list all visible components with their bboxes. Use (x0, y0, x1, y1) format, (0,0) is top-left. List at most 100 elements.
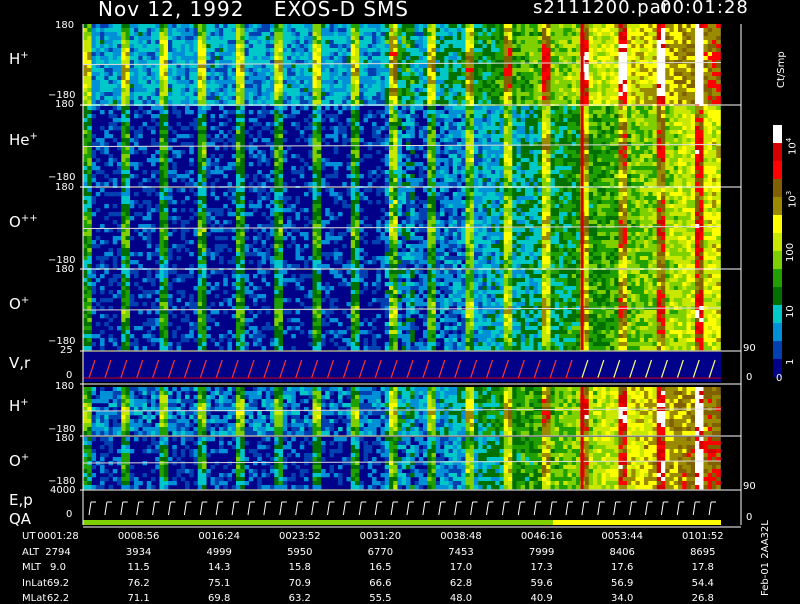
event-marker-line (581, 188, 584, 269)
time-table-cell: 14.3 (189, 562, 249, 573)
panel-label-h-plus: H+ (9, 50, 29, 68)
spectrogram-plot (0, 0, 800, 600)
energy-trace (89, 502, 91, 515)
time-table-cell: 0016:24 (189, 531, 249, 542)
colorbar-segment (773, 305, 782, 324)
time-table-cell: 71.1 (109, 593, 169, 604)
panel-label-o-plus-2: O+ (9, 452, 29, 470)
energy-trace (614, 502, 616, 515)
time-table-cell: 7999 (512, 547, 572, 558)
time-table-cell: 16.5 (350, 562, 410, 573)
time-table-cell: 0023:52 (270, 531, 330, 542)
energy-trace (582, 502, 584, 515)
time-table-cell: 0031:20 (350, 531, 410, 542)
energy-trace (264, 502, 266, 515)
energy-trace (677, 502, 679, 515)
event-marker-line (581, 24, 584, 105)
energy-trace (646, 502, 648, 515)
energy-trace (137, 502, 139, 515)
energy-trace (534, 502, 536, 515)
colorbar-tick-0: 0 (776, 373, 782, 384)
energy-trace (312, 502, 314, 515)
energy-trace (153, 502, 155, 515)
tick-label: 180 (55, 20, 74, 31)
energy-trace (423, 502, 425, 515)
energy-trace (661, 502, 663, 515)
time-table-cell: 8695 (673, 547, 733, 558)
time-table-cell: 17.8 (673, 562, 733, 573)
time-table-cell: 0008:56 (109, 531, 169, 542)
time-table-cell: 0053:44 (592, 531, 652, 542)
panel-label-o-plus: O+ (9, 295, 29, 313)
energy-trace (232, 502, 234, 515)
time-table-cell: 69.8 (189, 593, 249, 604)
right-tick-label: 90 (743, 343, 756, 354)
energy-trace (105, 502, 107, 515)
panel-label-he-plus: He+ (9, 131, 38, 149)
energy-trace (487, 502, 489, 515)
time-table-cell: 15.8 (270, 562, 330, 573)
energy-trace (693, 502, 695, 515)
tick-label: 180 (55, 381, 74, 392)
time-table-cell: 2794 (28, 547, 88, 558)
energy-trace (630, 502, 632, 515)
tick-label: 4000 (50, 485, 75, 496)
time-table-cell: 4999 (189, 547, 249, 558)
energy-trace (598, 502, 600, 515)
energy-trace (566, 502, 568, 515)
colorbar-segment (773, 143, 782, 162)
energy-trace (550, 502, 552, 515)
colorbar-segment (773, 233, 782, 252)
event-marker-line (581, 106, 584, 187)
time-table-cell: 17.0 (431, 562, 491, 573)
energy-trace (169, 502, 171, 515)
colorbar-segment (773, 269, 782, 288)
energy-trace (184, 502, 186, 515)
time-table-cell: 62.2 (28, 593, 88, 604)
colorbar-segment (773, 179, 782, 198)
colorbar-segment (773, 341, 782, 360)
energy-trace (248, 502, 250, 515)
energy-trace (328, 502, 330, 515)
time-table-cell: 76.2 (109, 578, 169, 589)
tick-label: 180 (55, 182, 74, 193)
time-table-cell: 56.9 (592, 578, 652, 589)
side-note: Feb-01 2AA32L (760, 520, 771, 596)
time-table-cell: 62.8 (431, 578, 491, 589)
panel-label-ep: E,p (9, 491, 33, 509)
time-table-cell: 7453 (431, 547, 491, 558)
energy-trace (439, 502, 441, 515)
event-marker-line (581, 437, 584, 489)
panel-label-qa: QA (9, 510, 31, 528)
event-marker-line (581, 270, 584, 350)
colorbar-tick-100: 100 (785, 243, 796, 262)
energy-trace (375, 502, 377, 515)
energy-trace (502, 502, 504, 515)
energy-trace (407, 502, 409, 515)
panel-label-vr: V,r (9, 354, 30, 372)
right-tick-label: 0 (746, 512, 752, 523)
tick-label: 0 (66, 509, 72, 520)
time-table-cell: 66.6 (350, 578, 410, 589)
time-table-cell: 11.5 (109, 562, 169, 573)
energy-trace (455, 502, 457, 515)
time-table-cell: 48.0 (431, 593, 491, 604)
time-table-cell: 9.0 (28, 562, 88, 573)
time-table-cell: 54.4 (673, 578, 733, 589)
time-table-cell: 70.9 (270, 578, 330, 589)
colorbar-segment (773, 161, 782, 180)
time-table-cell: 6770 (350, 547, 410, 558)
colorbar-segment (773, 251, 782, 270)
colorbar-segment (773, 125, 782, 144)
colorbar-tick-10: 10 (785, 305, 796, 318)
energy-trace (200, 502, 202, 515)
tick-label: 180 (55, 264, 74, 275)
colorbar-segment (773, 197, 782, 216)
energy-trace (471, 502, 473, 515)
qa-bar-good (83, 520, 553, 525)
time-table-cell: 63.2 (270, 593, 330, 604)
energy-trace (709, 502, 711, 515)
time-table-cell: 40.9 (512, 593, 572, 604)
time-table-cell: 0101:52 (673, 531, 733, 542)
time-table-cell: 0046:16 (512, 531, 572, 542)
